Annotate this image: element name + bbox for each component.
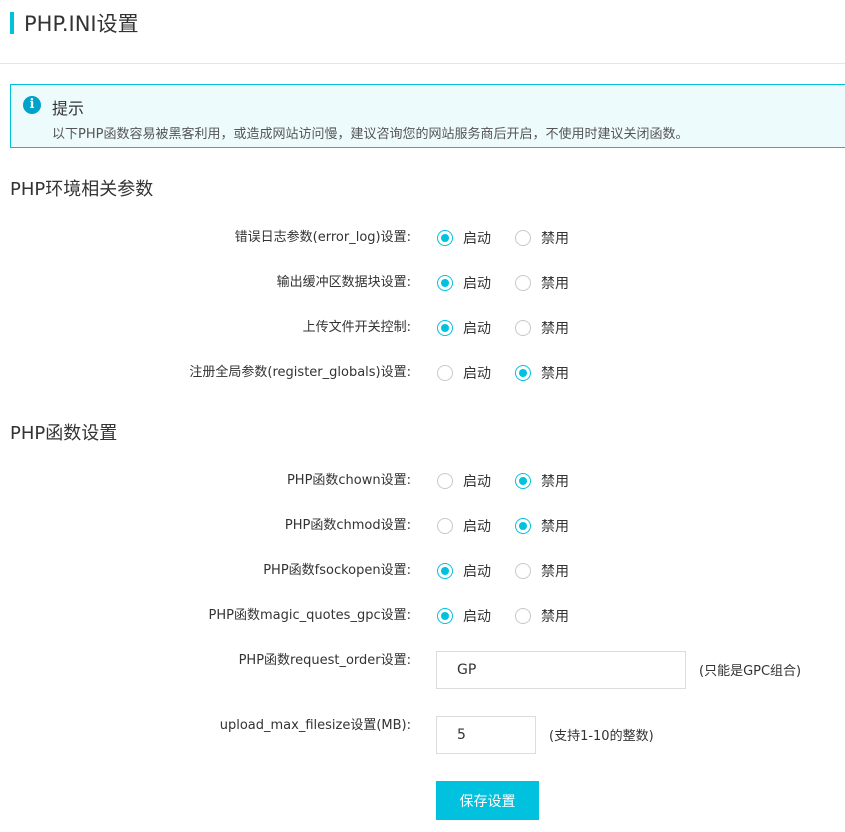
radio-circle[interactable] — [515, 473, 531, 489]
file-upload-disable-radio[interactable]: 禁用 — [515, 313, 569, 343]
row-label: PHP函数chmod设置: — [284, 518, 411, 533]
radio-label: 禁用 — [541, 231, 569, 247]
row-label: PHP函数fsockopen设置: — [263, 563, 411, 578]
chmod-disable-radio[interactable]: 禁用 — [515, 511, 569, 541]
fsockopen-disable-radio[interactable]: 禁用 — [515, 556, 569, 586]
error-log-row: 错误日志参数(error_log)设置: 启动 禁用 — [0, 223, 845, 253]
radio-circle[interactable] — [515, 518, 531, 534]
fsockopen-row: PHP函数fsockopen设置: 启动 禁用 — [0, 556, 845, 586]
radio-circle[interactable] — [437, 563, 453, 579]
radio-circle[interactable] — [437, 320, 453, 336]
request-order-input[interactable] — [436, 651, 686, 689]
row-label: 上传文件开关控制: — [302, 320, 411, 335]
radio-circle[interactable] — [515, 320, 531, 336]
radio-circle[interactable] — [515, 365, 531, 381]
row-label: 错误日志参数(error_log)设置: — [234, 230, 411, 245]
chown-enable-radio[interactable]: 启动 — [437, 466, 491, 496]
row-label: upload_max_filesize设置(MB): — [219, 718, 411, 733]
radio-label: 启动 — [463, 609, 491, 625]
radio-label: 启动 — [463, 474, 491, 490]
notice-text: 以下PHP函数容易被黑客利用，或造成网站访问慢，建议咨询您的网站服务商后开启，不… — [52, 127, 689, 142]
radio-label: 启动 — [463, 564, 491, 580]
radio-label: 禁用 — [541, 609, 569, 625]
file-upload-row: 上传文件开关控制: 启动 禁用 — [0, 313, 845, 343]
upload-max-input[interactable] — [436, 716, 536, 754]
radio-circle[interactable] — [437, 518, 453, 534]
radio-label: 启动 — [463, 321, 491, 337]
radio-label: 启动 — [463, 276, 491, 292]
radio-circle[interactable] — [437, 275, 453, 291]
output-buffer-enable-radio[interactable]: 启动 — [437, 268, 491, 298]
func-section-title: PHP函数设置 — [10, 423, 118, 444]
upload-max-hint: (支持1-10的整数) — [549, 729, 654, 744]
radio-circle[interactable] — [437, 473, 453, 489]
title-accent-bar — [10, 12, 14, 34]
chown-row: PHP函数chown设置: 启动 禁用 — [0, 466, 845, 496]
request-order-hint: (只能是GPC组合) — [699, 664, 802, 679]
register-globals-disable-radio[interactable]: 禁用 — [515, 358, 569, 388]
chmod-enable-radio[interactable]: 启动 — [437, 511, 491, 541]
output-buffer-row: 输出缓冲区数据块设置: 启动 禁用 — [0, 268, 845, 298]
register-globals-row: 注册全局参数(register_globals)设置: 启动 禁用 — [0, 358, 845, 388]
file-upload-enable-radio[interactable]: 启动 — [437, 313, 491, 343]
fsockopen-enable-radio[interactable]: 启动 — [437, 556, 491, 586]
radio-label: 禁用 — [541, 564, 569, 580]
chown-disable-radio[interactable]: 禁用 — [515, 466, 569, 496]
env-section-title: PHP环境相关参数 — [10, 179, 154, 200]
notice-title: 提示 — [52, 99, 85, 118]
save-button[interactable]: 保存设置 — [436, 781, 539, 820]
output-buffer-disable-radio[interactable]: 禁用 — [515, 268, 569, 298]
magic-quotes-enable-radio[interactable]: 启动 — [437, 601, 491, 631]
row-label: 注册全局参数(register_globals)设置: — [189, 365, 411, 380]
page-title: PHP.INI设置 — [24, 12, 139, 36]
row-label: PHP函数magic_quotes_gpc设置: — [208, 608, 411, 623]
error-log-disable-radio[interactable]: 禁用 — [515, 223, 569, 253]
upload-max-row: upload_max_filesize设置(MB): — [0, 711, 845, 741]
radio-label: 禁用 — [541, 519, 569, 535]
radio-circle[interactable] — [515, 608, 531, 624]
error-log-enable-radio[interactable]: 启动 — [437, 223, 491, 253]
radio-label: 启动 — [463, 519, 491, 535]
radio-label: 禁用 — [541, 321, 569, 337]
register-globals-enable-radio[interactable]: 启动 — [437, 358, 491, 388]
row-label: 输出缓冲区数据块设置: — [276, 275, 411, 290]
radio-circle[interactable] — [437, 230, 453, 246]
radio-label: 禁用 — [541, 366, 569, 382]
radio-label: 启动 — [463, 366, 491, 382]
radio-label: 禁用 — [541, 474, 569, 490]
magic-quotes-disable-radio[interactable]: 禁用 — [515, 601, 569, 631]
radio-circle[interactable] — [437, 365, 453, 381]
radio-circle[interactable] — [515, 563, 531, 579]
info-icon: i — [23, 96, 41, 114]
radio-circle[interactable] — [515, 275, 531, 291]
radio-circle[interactable] — [515, 230, 531, 246]
radio-label: 启动 — [463, 231, 491, 247]
notice-box: i 提示 以下PHP函数容易被黑客利用，或造成网站访问慢，建议咨询您的网站服务商… — [10, 84, 845, 148]
magic-quotes-row: PHP函数magic_quotes_gpc设置: 启动 禁用 — [0, 601, 845, 631]
radio-circle[interactable] — [437, 608, 453, 624]
radio-label: 禁用 — [541, 276, 569, 292]
row-label: PHP函数chown设置: — [286, 473, 411, 488]
chmod-row: PHP函数chmod设置: 启动 禁用 — [0, 511, 845, 541]
row-label: PHP函数request_order设置: — [238, 653, 411, 668]
header-divider — [0, 63, 845, 64]
